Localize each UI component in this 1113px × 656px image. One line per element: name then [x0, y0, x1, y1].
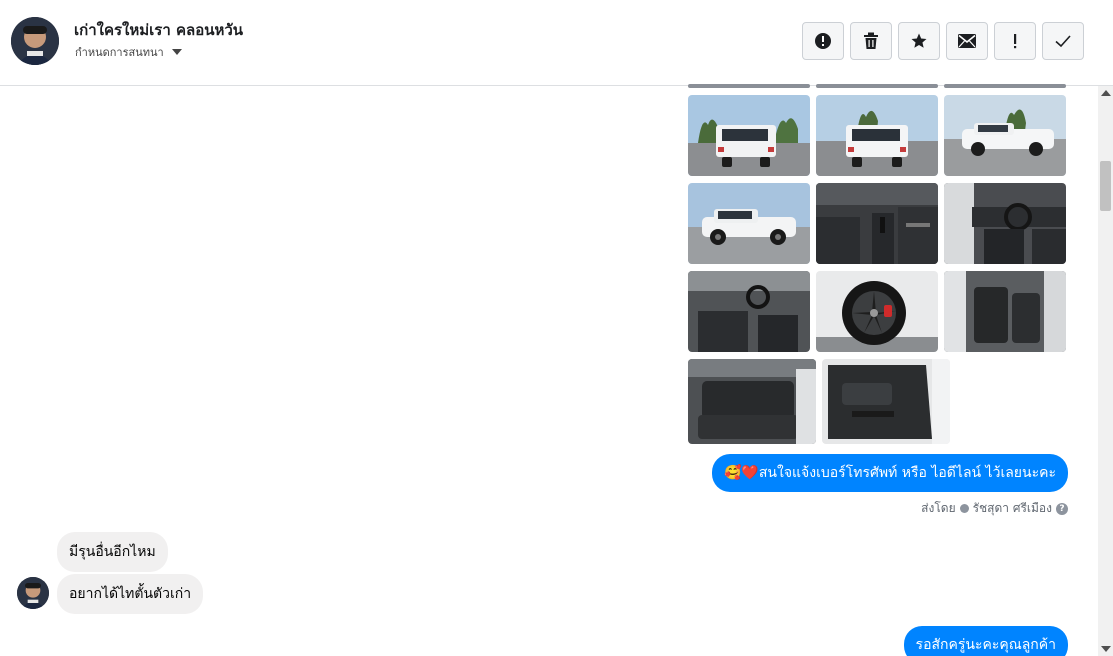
scroll-up-arrow-icon[interactable]	[1101, 90, 1111, 96]
car-photo-wheel[interactable]	[816, 271, 938, 352]
report-spam-button[interactable]	[802, 22, 844, 60]
sent-by-info: ส่งโดย รัชสุดา ศรีเมือง ?	[921, 499, 1068, 518]
conversation-toolbar	[802, 22, 1084, 60]
smiling-hearts-emoji: 🥰❤️	[724, 465, 759, 481]
outgoing-message[interactable]: รอสักครู่นะคะคุณลูกค้า	[903, 626, 1068, 656]
car-photo-rear-1[interactable]	[688, 95, 810, 176]
sent-by-label: ส่งโดย	[921, 501, 956, 515]
conversation-settings[interactable]: กำหนดการสนทนา	[75, 43, 182, 61]
car-photo-partial[interactable]	[944, 84, 1066, 88]
car-photo-partial[interactable]	[688, 84, 810, 88]
outgoing-message[interactable]: 🥰❤️สนใจแจ้งเบอร์โทรศัพท์ หรือ ไอดีไลน์ ไ…	[712, 454, 1068, 492]
scroll-thumb[interactable]	[1100, 161, 1111, 211]
car-photo-interior-2[interactable]	[688, 271, 810, 352]
envelope-icon	[958, 34, 976, 48]
conversation-header: เก่าใครใหม่เรา คลอนหวัน กำหนดการสนทนา	[0, 0, 1113, 86]
car-photo-partial[interactable]	[816, 84, 938, 88]
mark-done-button[interactable]	[1042, 22, 1084, 60]
car-photo-side-2[interactable]	[688, 183, 810, 264]
star-icon	[911, 33, 927, 48]
priority-button[interactable]	[994, 22, 1036, 60]
sent-by-name[interactable]: รัชสุดา ศรีเมือง	[973, 499, 1052, 518]
conversation-scrollbar[interactable]	[1098, 86, 1113, 656]
incoming-message-text: อยากได้ไทตั้นตัวเก่า	[69, 586, 192, 602]
mark-unread-button[interactable]	[946, 22, 988, 60]
help-icon[interactable]: ?	[1056, 502, 1068, 515]
trash-icon	[864, 32, 878, 49]
outgoing-message-text: รอสักครู่นะคะคุณลูกค้า	[915, 637, 1056, 653]
messenger-conversation: เก่าใครใหม่เรา คลอนหวัน กำหนดการสนทนา 🥰❤…	[0, 0, 1113, 656]
incoming-message[interactable]: มีรุนอื่นอีกไหม	[57, 532, 168, 572]
conversation-settings-label: กำหนดการสนทนา	[75, 46, 164, 59]
car-photo-side-1[interactable]	[944, 95, 1066, 176]
contact-avatar[interactable]	[11, 17, 59, 65]
verified-icon	[959, 504, 969, 513]
car-photo-rear-2[interactable]	[816, 95, 938, 176]
alert-circle-icon	[815, 33, 831, 49]
incoming-message-text: มีรุนอื่นอีกไหม	[69, 544, 156, 560]
car-photo-front-seat[interactable]	[944, 271, 1066, 352]
contact-name: เก่าใครใหม่เรา คลอนหวัน	[74, 21, 244, 39]
car-photo-rear-seat[interactable]	[688, 359, 816, 444]
outgoing-message-text: สนใจแจ้งเบอร์โทรศัพท์ หรือ ไอดีไลน์ ไว้เ…	[758, 465, 1056, 481]
exclamation-icon	[1014, 34, 1017, 49]
delete-button[interactable]	[850, 22, 892, 60]
caret-down-icon	[171, 49, 182, 55]
car-photo-interior-1[interactable]	[816, 183, 938, 264]
scroll-down-arrow-icon[interactable]	[1101, 646, 1111, 652]
car-photo-door-panel[interactable]	[822, 359, 950, 444]
contact-avatar-small[interactable]	[17, 577, 49, 609]
star-button[interactable]	[898, 22, 940, 60]
incoming-message[interactable]: อยากได้ไทตั้นตัวเก่า	[57, 574, 204, 614]
check-icon	[1055, 35, 1071, 48]
car-photo-dashboard[interactable]	[944, 183, 1066, 264]
